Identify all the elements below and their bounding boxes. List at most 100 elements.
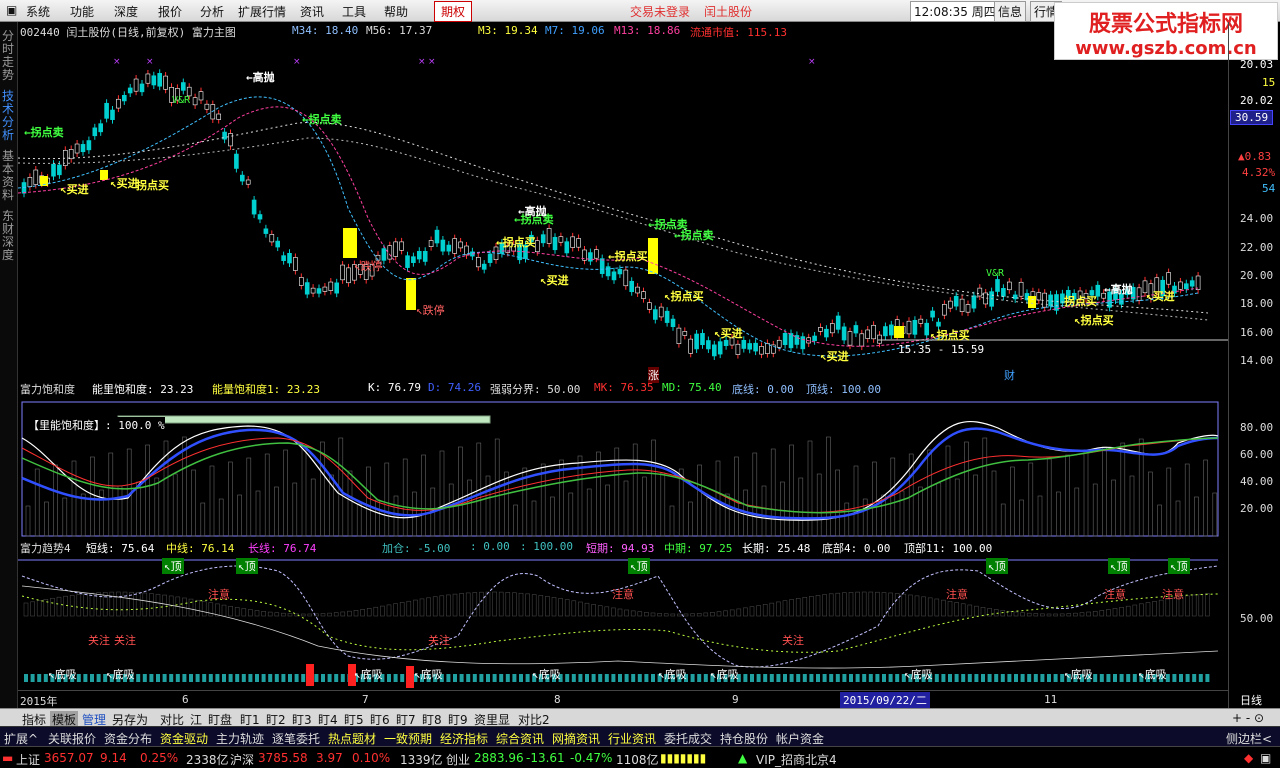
func-item[interactable]: 帐户资金 <box>776 730 824 747</box>
func-item[interactable]: 主力轨迹 <box>216 730 264 747</box>
tab-jiben[interactable]: 基本资料 <box>2 150 16 202</box>
candle-body <box>688 338 694 354</box>
trend-base-bar <box>1007 674 1012 682</box>
panel3-chart[interactable] <box>18 556 1228 688</box>
saturation-bar <box>623 480 629 537</box>
tab-fenshi[interactable]: 分时走势 <box>2 30 16 82</box>
func-item[interactable]: 综合资讯 <box>496 730 544 747</box>
info-button[interactable]: 信息 <box>994 1 1027 22</box>
menu-item[interactable]: 深度 <box>114 3 138 20</box>
func-item[interactable]: 逐笔委托 <box>272 730 320 747</box>
price-tick: 16.00 <box>1240 326 1274 339</box>
trend-bar <box>611 607 616 617</box>
cy-label[interactable]: 创业 <box>446 751 470 768</box>
ding-marker: ↖顶 <box>1108 558 1130 574</box>
main-kline-chart[interactable]: × × × × × × <box>18 38 1228 378</box>
trend-base-bar <box>321 674 325 682</box>
tab-dongcai[interactable]: 东财深度 <box>2 210 16 262</box>
func-item[interactable]: 行业资讯 <box>608 730 656 747</box>
panel3-name[interactable]: 富力趋势4 <box>20 540 71 556</box>
func-item[interactable]: 网摘资讯 <box>552 730 600 747</box>
qiquan-button[interactable]: 期权 <box>434 1 473 22</box>
vip-label[interactable]: VIP_招商北京4 <box>756 751 837 768</box>
system-icon[interactable]: ▣ <box>6 3 17 17</box>
candle-body <box>942 304 947 316</box>
trend-bar <box>76 594 82 617</box>
func-item[interactable]: 关联报价 <box>48 730 96 747</box>
trend-bar <box>50 597 55 617</box>
saturation-bar <box>448 483 454 537</box>
saturation-bar <box>954 478 960 537</box>
func-item[interactable]: 扩展^ <box>4 730 38 747</box>
ma-m56: M56: 17.37 <box>366 24 433 37</box>
panel2-chart[interactable] <box>18 398 1228 538</box>
trend-bar <box>881 592 887 617</box>
trend-bar <box>1112 608 1118 617</box>
trend-bar <box>347 610 352 617</box>
line-d <box>21 427 1219 520</box>
candle-body <box>593 249 599 259</box>
func-item[interactable]: 资金分布 <box>104 730 152 747</box>
bottom-signal-bar <box>406 666 414 688</box>
menu-item[interactable]: 功能 <box>70 3 94 20</box>
func-item[interactable]: 持仓股份 <box>720 730 768 747</box>
panel2-name[interactable]: 富力饱和度 <box>20 381 75 397</box>
candle-body <box>1166 272 1171 285</box>
saturation-bar <box>191 469 196 537</box>
trend-bar <box>1059 613 1065 617</box>
trend-base-bar <box>30 674 35 682</box>
trend-base-bar <box>967 674 972 682</box>
candle-body <box>1006 281 1012 291</box>
trend-base-bar <box>888 674 893 682</box>
period-label[interactable]: 日线 <box>1240 692 1262 708</box>
func-item[interactable]: 一致预期 <box>384 730 432 747</box>
candle-body <box>877 334 882 344</box>
tab-jishu[interactable]: 技术分析 <box>2 90 16 142</box>
sidebar-toggle[interactable]: 侧边栏< <box>1226 730 1272 747</box>
func-item[interactable]: 委托成交 <box>664 730 712 747</box>
cai-icon[interactable]: 财 <box>1004 367 1015 383</box>
menu-item[interactable]: 工具 <box>342 3 366 20</box>
menu-item[interactable]: 帮助 <box>384 3 408 20</box>
menu-item[interactable]: 系统 <box>26 3 50 20</box>
candle-body <box>800 336 806 350</box>
trend-bar <box>366 608 372 617</box>
price-tick: 20.00 <box>1240 269 1274 282</box>
saturation-bar <box>255 490 261 537</box>
func-item[interactable]: 热点题材 <box>328 730 376 747</box>
sz-chg: 3.97 <box>316 751 343 765</box>
func-item[interactable]: 资金驱动 <box>160 730 208 747</box>
candle-body <box>835 315 841 330</box>
sh-label[interactable]: 上证 <box>16 751 40 768</box>
svg-text:×: × <box>146 57 154 67</box>
annot-guai-buy: 拐点买 <box>1064 295 1097 308</box>
func-item[interactable]: 经济指标 <box>440 730 488 747</box>
saturation-bar <box>62 497 68 537</box>
saturation-bar <box>568 492 574 537</box>
stock-name-title: 闰土股份 <box>704 5 753 19</box>
trend-base-bar <box>182 674 187 682</box>
trend-base-bar <box>288 674 292 682</box>
trend-bar <box>875 591 880 617</box>
menu-item[interactable]: 报价 <box>158 3 182 20</box>
tray-icon[interactable]: ◆ <box>1244 751 1253 765</box>
trend-bar <box>56 596 62 617</box>
saturation-bar <box>642 476 647 537</box>
menu-item[interactable]: 资讯 <box>300 3 324 20</box>
trend-base-bar <box>215 674 220 682</box>
candle-body <box>788 333 794 349</box>
saturation-bar <box>1102 446 1107 537</box>
menu-item[interactable]: 分析 <box>200 3 224 20</box>
zoom-controls[interactable]: + - ⊙ <box>1232 711 1264 725</box>
candle-body <box>534 240 540 253</box>
saturation-bar <box>467 479 472 537</box>
trend-bar <box>195 599 200 617</box>
trend-bar <box>584 602 590 617</box>
trend-base-bar <box>585 674 589 682</box>
svg-text:×: × <box>418 57 426 67</box>
trade-status[interactable]: 交易未登录 <box>630 3 690 20</box>
tray-icon[interactable]: ▣ <box>1260 751 1271 765</box>
indicator-tab-bar: 指标 模板 管理 另存为 对比 江 盯盘 盯1 盯2 盯3 盯4 盯5 盯6 盯… <box>0 708 1280 728</box>
menu-item[interactable]: 扩展行情 <box>238 3 286 20</box>
sz-label[interactable]: 沪深 <box>230 751 254 768</box>
